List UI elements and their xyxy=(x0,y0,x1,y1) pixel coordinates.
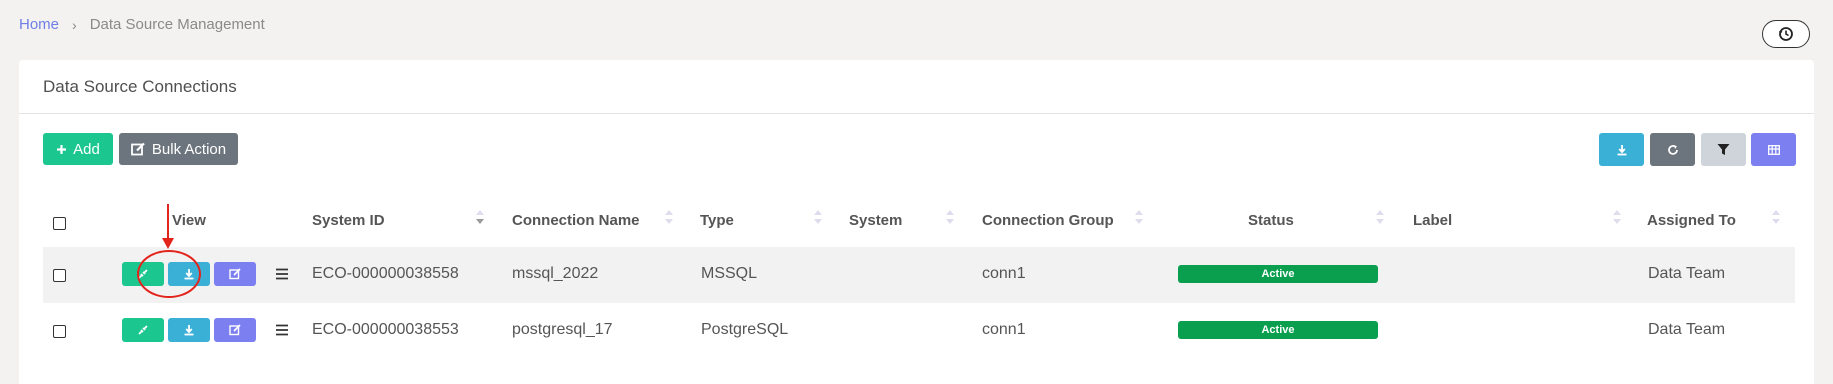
row-menu-button[interactable] xyxy=(274,322,290,338)
table-row: ECO-000000038558 mssql_2022 MSSQL conn1 … xyxy=(43,247,1795,303)
sort-system-id-icon[interactable] xyxy=(476,208,484,228)
annotation-circle xyxy=(137,250,201,298)
cell-connection-name: mssql_2022 xyxy=(512,265,599,282)
select-all-checkbox[interactable] xyxy=(53,217,66,230)
cell-assigned-to: Data Team xyxy=(1648,265,1726,282)
cell-connection-name: postgresql_17 xyxy=(512,321,613,338)
filter-icon xyxy=(1717,144,1730,155)
header-connection-name[interactable]: Connection Name xyxy=(512,212,640,229)
refresh-button[interactable] xyxy=(1650,133,1695,166)
sort-connection-group-icon[interactable] xyxy=(1135,208,1143,228)
edit-icon xyxy=(130,142,145,156)
status-badge: Active xyxy=(1178,265,1378,283)
header-connection-group[interactable]: Connection Group xyxy=(982,212,1114,229)
cell-assigned-to: Data Team xyxy=(1648,321,1726,338)
breadcrumb-current: Data Source Management xyxy=(89,16,265,33)
columns-icon xyxy=(1767,144,1780,155)
breadcrumb-home-link[interactable]: Home xyxy=(19,16,59,33)
sort-system-icon[interactable] xyxy=(946,208,954,228)
columns-button[interactable] xyxy=(1751,133,1796,166)
cell-connection-group: conn1 xyxy=(982,265,1026,282)
test-connection-button[interactable] xyxy=(122,318,164,342)
header-system-id[interactable]: System ID xyxy=(312,212,385,229)
header-label[interactable]: Label xyxy=(1413,212,1452,229)
cell-connection-group: conn1 xyxy=(982,321,1026,338)
cell-type: MSSQL xyxy=(701,265,758,282)
annotation-arrow-head xyxy=(162,238,174,249)
connect-icon xyxy=(138,325,148,335)
edit-icon xyxy=(229,324,241,336)
row-checkbox[interactable] xyxy=(53,269,66,282)
connections-card: Data Source Connections Add Bulk Action xyxy=(19,60,1814,384)
download-icon xyxy=(1617,144,1626,155)
download-icon xyxy=(184,325,194,336)
row-checkbox[interactable] xyxy=(53,325,66,338)
refresh-icon xyxy=(1667,144,1678,155)
export-button[interactable] xyxy=(1599,133,1644,166)
menu-icon xyxy=(276,268,288,280)
sort-assigned-to-icon[interactable] xyxy=(1772,208,1780,228)
cell-system-id: ECO-000000038558 xyxy=(312,265,459,282)
card-title: Data Source Connections xyxy=(19,60,1814,114)
annotation-arrow-line xyxy=(167,204,169,240)
edit-button[interactable] xyxy=(214,318,256,342)
bulk-action-label: Bulk Action xyxy=(151,140,227,158)
sort-status-icon[interactable] xyxy=(1376,208,1384,228)
add-button[interactable]: Add xyxy=(43,133,113,165)
header-status[interactable]: Status xyxy=(1248,212,1294,229)
history-icon xyxy=(1779,27,1793,41)
bulk-action-button[interactable]: Bulk Action xyxy=(119,133,238,165)
status-badge: Active xyxy=(1178,321,1378,339)
breadcrumb-separator: › xyxy=(72,16,77,33)
sort-type-icon[interactable] xyxy=(814,208,822,228)
header-assigned-to[interactable]: Assigned To xyxy=(1647,212,1736,229)
sort-label-icon[interactable] xyxy=(1613,208,1621,228)
sort-connection-name-icon[interactable] xyxy=(665,208,673,228)
header-type[interactable]: Type xyxy=(700,212,734,229)
edit-button[interactable] xyxy=(214,262,256,286)
edit-icon xyxy=(229,268,241,280)
header-view: View xyxy=(172,212,206,229)
history-button[interactable] xyxy=(1762,20,1810,48)
row-menu-button[interactable] xyxy=(274,266,290,282)
add-button-label: Add xyxy=(73,140,100,158)
breadcrumb: Home › Data Source Management xyxy=(19,16,265,33)
header-system[interactable]: System xyxy=(849,212,902,229)
plus-icon xyxy=(57,144,67,154)
table-row: ECO-000000038553 postgresql_17 PostgreSQ… xyxy=(43,303,1795,359)
cell-type: PostgreSQL xyxy=(701,321,789,338)
filter-button[interactable] xyxy=(1701,133,1746,166)
download-button[interactable] xyxy=(168,318,210,342)
menu-icon xyxy=(276,324,288,336)
cell-system-id: ECO-000000038553 xyxy=(312,321,459,338)
